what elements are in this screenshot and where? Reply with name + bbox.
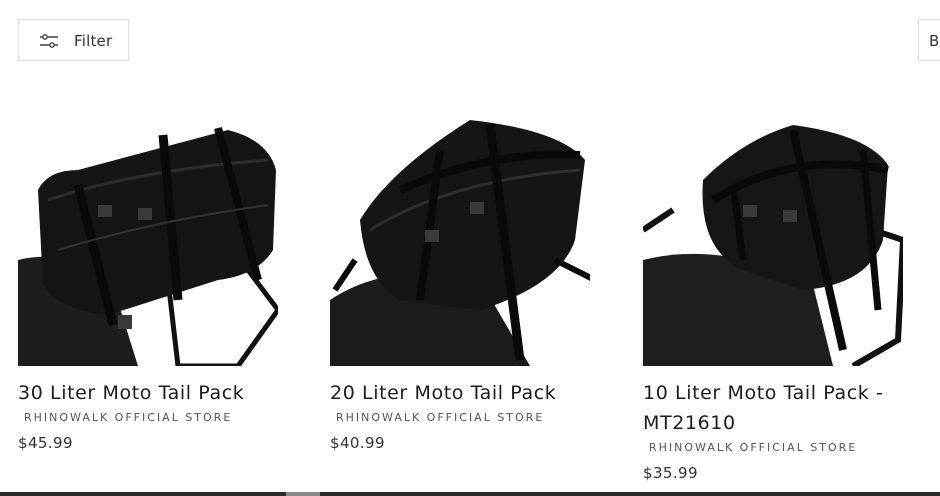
filter-label: Filter — [74, 32, 113, 50]
product-card[interactable]: 20 Liter Moto Tail Pack RHINOWALK OFFICI… — [330, 110, 615, 452]
horizontal-scrollbar[interactable] — [0, 492, 940, 496]
product-price: $45.99 — [18, 434, 73, 452]
product-title[interactable]: 20 Liter Moto Tail Pack — [330, 378, 615, 408]
product-title[interactable]: 10 Liter Moto Tail Pack - MT21610 — [643, 378, 928, 438]
product-image[interactable] — [330, 110, 590, 366]
filter-button[interactable]: Filter — [18, 19, 129, 61]
sort-label: Be — [929, 32, 940, 50]
product-price: $35.99 — [643, 464, 698, 482]
product-card[interactable]: 10 Liter Moto Tail Pack - MT21610 RHINOW… — [643, 110, 928, 482]
product-card[interactable]: 30 Liter Moto Tail Pack RHINOWALK OFFICI… — [18, 110, 303, 452]
product-vendor: RHINOWALK OFFICIAL STORE — [336, 411, 545, 424]
sort-dropdown[interactable]: Be — [918, 19, 940, 61]
product-vendor: RHINOWALK OFFICIAL STORE — [649, 441, 858, 454]
sliders-icon — [40, 34, 58, 48]
product-price: $40.99 — [330, 434, 385, 452]
collection-page: Filter Be 30 Liter Moto Tail Pack RHINOW… — [0, 0, 940, 496]
product-image[interactable] — [18, 110, 278, 366]
product-image[interactable] — [643, 110, 903, 366]
product-title[interactable]: 30 Liter Moto Tail Pack — [18, 378, 303, 408]
scrollbar-thumb[interactable] — [286, 492, 320, 496]
product-vendor: RHINOWALK OFFICIAL STORE — [24, 411, 233, 424]
